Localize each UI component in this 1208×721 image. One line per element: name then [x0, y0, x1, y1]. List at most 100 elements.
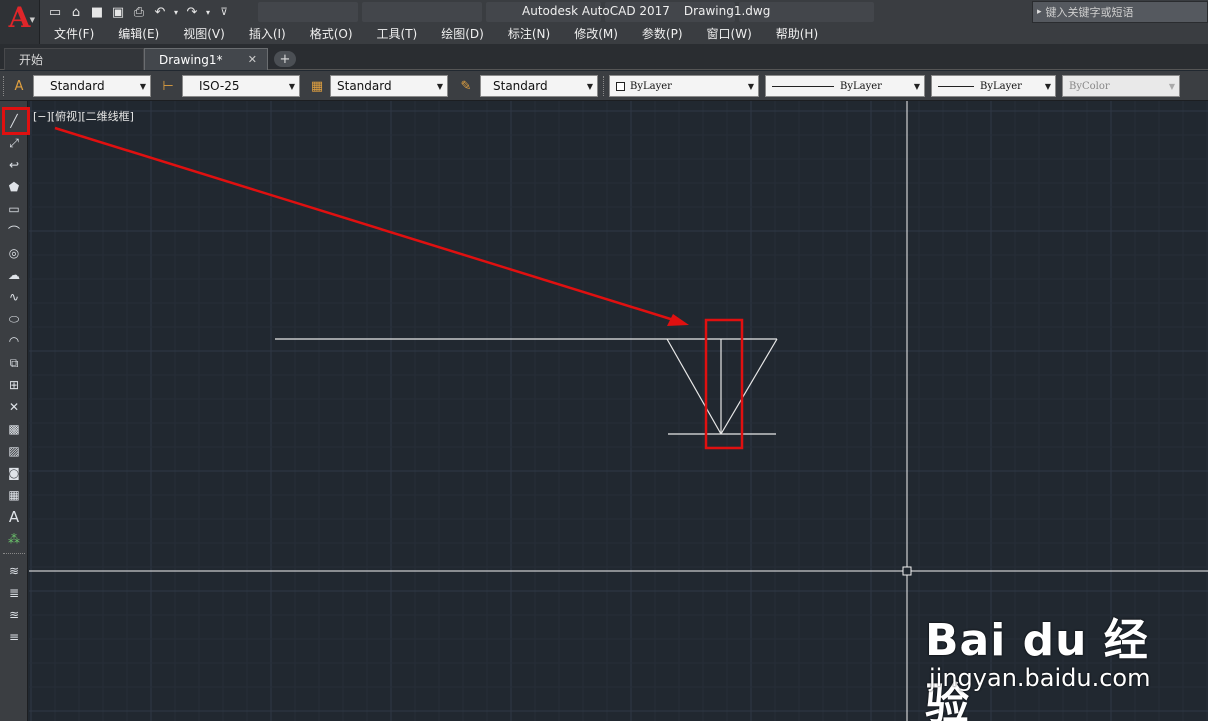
draw-toolbar: ╱ ⤢ ↩ ⬟ ▭ ⌒ ◎ ☁ ∿ ⬭ ◠ ⧉ ⊞ ✕ ▩ ▨ ◙ ▦ A ⁂ …: [0, 101, 28, 721]
search-placeholder: 键入关键字或短语: [1045, 6, 1134, 19]
toolbar-separator: [3, 553, 25, 554]
text-style-select[interactable]: Standard ▼: [33, 75, 151, 97]
search-arrow-icon: ▸: [1037, 7, 1042, 17]
right-slant-line[interactable]: [720, 338, 778, 435]
new-file-icon[interactable]: ▭: [46, 3, 64, 21]
menu-modify[interactable]: 修改(M): [562, 24, 630, 44]
mleader-style-select[interactable]: Standard ▼: [480, 75, 598, 97]
styles-toolbar: A Standard ▼ ⊢ ISO-25 ▼ ▦ Standard ▼ ✎ Stan…: [0, 71, 1208, 101]
menu-help[interactable]: 帮助(H): [764, 24, 830, 44]
tab-start[interactable]: 开始: [4, 48, 144, 70]
search-input[interactable]: ▸ 键入关键字或短语: [1032, 1, 1208, 23]
insert-block-icon[interactable]: ⧉: [4, 353, 24, 373]
open-file-icon[interactable]: ⌂: [67, 3, 85, 21]
annotation-arrow: [54, 126, 678, 323]
text-style-icon[interactable]: A: [9, 76, 29, 96]
mleader-style-value: Standard: [493, 79, 548, 93]
table-style-value: Standard: [337, 79, 392, 93]
revision-cloud-icon[interactable]: ☁: [4, 265, 24, 285]
mleader-style-icon[interactable]: ✎: [456, 76, 476, 96]
save-as-icon[interactable]: ▣: [109, 3, 127, 21]
redo-icon[interactable]: ↷: [183, 3, 201, 21]
rectangle-icon[interactable]: ▭: [4, 199, 24, 219]
chevron-down-icon: ▼: [747, 82, 754, 91]
linetype-select[interactable]: ByLayer ▼: [765, 75, 925, 97]
lineweight-preview: [938, 85, 974, 87]
chevron-down-icon: ▼: [29, 16, 35, 24]
layer-state-icon[interactable]: ≣: [4, 583, 24, 603]
tab-start-label: 开始: [19, 53, 44, 67]
menu-edit[interactable]: 编辑(E): [106, 24, 171, 44]
plotstyle-select: ByColor ▼: [1062, 75, 1180, 97]
ellipse-icon[interactable]: ⬭: [4, 309, 24, 329]
annotation-arrowhead: [667, 314, 689, 326]
file-tab-bar: 开始 Drawing1* ✕ +: [0, 44, 1208, 70]
dim-style-value: ISO-25: [199, 79, 240, 93]
save-icon[interactable]: ■: [88, 3, 106, 21]
crosshair-pickbox: [902, 566, 912, 576]
tab-drawing1[interactable]: Drawing1* ✕: [144, 48, 268, 70]
plot-icon[interactable]: ⎙: [130, 3, 148, 21]
menu-format[interactable]: 格式(O): [298, 24, 365, 44]
menu-window[interactable]: 窗口(W): [695, 24, 764, 44]
new-tab-button[interactable]: +: [274, 51, 296, 67]
menu-file[interactable]: 文件(F): [40, 24, 106, 44]
redo-dropdown-icon[interactable]: ▾: [204, 3, 212, 21]
plotstyle-value: ByColor: [1069, 80, 1110, 92]
chevron-down-icon: ▼: [1044, 82, 1051, 91]
chevron-down-icon: ▼: [586, 82, 593, 91]
baidu-watermark: Bai du 经验 jingyan.baidu.com: [925, 592, 1175, 721]
menu-view[interactable]: 视图(V): [171, 24, 237, 44]
undo-icon[interactable]: ↶: [151, 3, 169, 21]
menu-draw[interactable]: 绘图(D): [429, 24, 496, 44]
dim-style-icon[interactable]: ⊢: [158, 76, 178, 96]
undo-dropdown-icon[interactable]: ▾: [172, 3, 180, 21]
hatch-icon[interactable]: ▩: [4, 419, 24, 439]
close-icon[interactable]: ✕: [248, 53, 257, 66]
quick-access-toolbar: ▭ ⌂ ■ ▣ ⎙ ↶ ▾ ↷ ▾ ⊽: [46, 2, 233, 22]
color-select[interactable]: ByLayer ▼: [609, 75, 759, 97]
toolbar-grip[interactable]: [603, 76, 606, 96]
chevron-down-icon: ▼: [436, 82, 443, 91]
lineweight-select[interactable]: ByLayer ▼: [931, 75, 1056, 97]
left-slant-line[interactable]: [666, 338, 722, 435]
layer-previous-icon[interactable]: ≊: [4, 605, 24, 625]
table-style-icon[interactable]: ▦: [307, 76, 327, 96]
table-icon[interactable]: ▦: [4, 485, 24, 505]
layer-properties-icon[interactable]: ≋: [4, 561, 24, 581]
ellipse-arc-icon[interactable]: ◠: [4, 331, 24, 351]
polyline-icon[interactable]: ↩: [4, 155, 24, 175]
line-tool-highlight: [2, 107, 30, 135]
lineweight-value: ByLayer: [980, 80, 1022, 92]
construction-line-icon[interactable]: ⤢: [4, 133, 24, 153]
menu-dimension[interactable]: 标注(N): [496, 24, 562, 44]
menu-tools[interactable]: 工具(T): [365, 24, 430, 44]
add-selected-icon[interactable]: ⁂: [4, 529, 24, 549]
point-icon[interactable]: ✕: [4, 397, 24, 417]
menu-parametric[interactable]: 参数(P): [630, 24, 695, 44]
table-style-select[interactable]: Standard ▼: [330, 75, 448, 97]
multiline-text-icon[interactable]: A: [4, 507, 24, 527]
application-menu-button[interactable]: A ▼: [0, 0, 40, 44]
baidu-logo: Bai du 经验: [925, 615, 1149, 721]
menu-bar: 文件(F) 编辑(E) 视图(V) 插入(I) 格式(O) 工具(T) 绘图(D…: [40, 24, 1208, 44]
dim-style-select[interactable]: ISO-25 ▼: [182, 75, 300, 97]
text-style-value: Standard: [50, 79, 105, 93]
chevron-down-icon: ▼: [1168, 82, 1175, 91]
plus-icon: +: [279, 51, 291, 67]
gradient-icon[interactable]: ▨: [4, 441, 24, 461]
region-icon[interactable]: ◙: [4, 463, 24, 483]
layer-isolate-icon[interactable]: ≡: [4, 627, 24, 647]
make-block-icon[interactable]: ⊞: [4, 375, 24, 395]
viewport-controls[interactable]: [−][俯视][二维线框]: [33, 108, 134, 124]
menu-insert[interactable]: 插入(I): [237, 24, 298, 44]
document-name: Drawing1.dwg: [683, 4, 771, 18]
circle-icon[interactable]: ◎: [4, 243, 24, 263]
customize-qat-icon[interactable]: ⊽: [215, 3, 233, 21]
spline-icon[interactable]: ∿: [4, 287, 24, 307]
watermark-url: jingyan.baidu.com: [929, 664, 1151, 692]
polygon-icon[interactable]: ⬟: [4, 177, 24, 197]
tab-drawing1-label: Drawing1*: [159, 52, 223, 67]
arc-icon[interactable]: ⌒: [4, 221, 24, 241]
toolbar-grip[interactable]: [3, 76, 6, 96]
